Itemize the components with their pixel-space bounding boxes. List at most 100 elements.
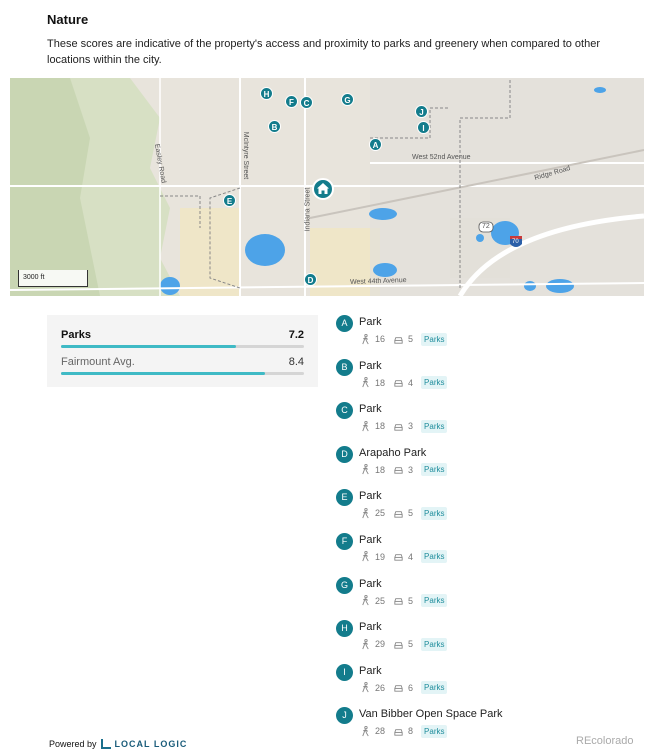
walk-icon	[360, 725, 371, 737]
category-tag: Parks	[421, 376, 448, 390]
local-logic-brand: LOCAL LOGIC	[114, 739, 188, 749]
walk-icon	[360, 507, 371, 519]
category-tag: Parks	[421, 637, 448, 651]
car-icon	[393, 682, 404, 693]
walk-minutes: 26	[375, 682, 386, 693]
drive-minutes: 3	[408, 464, 414, 475]
place-name: Van Bibber Open Space Park	[359, 708, 503, 721]
avg-score-bar-fill	[61, 372, 266, 375]
map-marker-b[interactable]: B	[268, 120, 281, 133]
drive-minutes: 5	[408, 639, 414, 650]
avg-score-row: Fairmount Avg. 8.4	[61, 356, 304, 375]
walk-icon	[360, 595, 371, 606]
place-name: Park	[359, 577, 382, 590]
map-marker-d[interactable]: D	[304, 273, 317, 286]
place-letter-badge: C	[336, 402, 353, 420]
walk-icon	[360, 333, 371, 345]
place-name: Arapaho Park	[359, 446, 427, 459]
nature-map[interactable]: Easley Road McIntyre Street Indiana Stre…	[10, 78, 644, 296]
road-label-mcintyre: McIntyre Street	[242, 131, 250, 180]
place-letter-badge: E	[336, 489, 353, 507]
road-label-indiana: Indiana Street	[304, 187, 312, 232]
place-letter-badge: H	[336, 620, 353, 638]
parks-score-bar	[61, 345, 304, 348]
walk-icon	[360, 638, 371, 650]
map-marker-a[interactable]: A	[369, 138, 382, 151]
drive-minutes: 5	[408, 508, 414, 519]
car-icon	[393, 726, 404, 737]
drive-minutes: 3	[408, 421, 414, 432]
place-meta: 16 5 Parks	[360, 332, 448, 346]
drive-minutes: 5	[408, 595, 414, 606]
place-letter-badge: G	[336, 576, 353, 594]
map-marker-f[interactable]: F	[285, 95, 298, 108]
drive-minutes: 5	[408, 334, 414, 344]
walk-minutes: 18	[375, 464, 386, 475]
drive-minutes: 4	[408, 551, 414, 562]
walk-icon	[360, 420, 371, 432]
walk-minutes: 18	[375, 421, 386, 432]
list-item[interactable]: C Park 18 3 Parks	[336, 400, 636, 444]
list-item[interactable]: B Park 18 4 Parks	[336, 357, 636, 401]
category-tag: Parks	[421, 594, 448, 608]
list-item[interactable]: H Park 29 5 Parks	[336, 618, 636, 662]
place-letter-badge: F	[336, 532, 353, 550]
walk-icon	[360, 464, 371, 475]
car-icon	[393, 334, 404, 345]
section-description: These scores are indicative of the prope…	[47, 38, 600, 66]
car-icon	[393, 595, 404, 606]
category-tag: Parks	[421, 550, 448, 564]
car-icon	[393, 508, 404, 519]
map-marker-e[interactable]: E	[223, 194, 236, 207]
place-meta: 19 4 Parks	[360, 550, 448, 564]
powered-by[interactable]: Powered by LOCAL LOGIC	[49, 739, 187, 749]
place-meta: 28 8 Parks	[360, 724, 448, 738]
place-meta: 25 5 Parks	[360, 594, 448, 608]
category-tag: Parks	[421, 463, 448, 477]
place-letter-badge: I	[336, 663, 353, 681]
hwy-72-label: 72	[482, 223, 490, 230]
property-home-marker[interactable]	[312, 178, 334, 200]
powered-by-text: Powered by	[49, 739, 97, 749]
score-panel: Parks 7.2 Fairmount Avg. 8.4	[47, 315, 318, 387]
drive-minutes: 6	[408, 682, 414, 693]
place-meta: 18 3 Parks	[360, 419, 448, 433]
walk-minutes: 19	[375, 551, 386, 562]
recolorado-watermark: REcolorado	[576, 735, 634, 747]
place-name: Park	[359, 359, 382, 372]
list-item[interactable]: A Park 16 5 Parks	[336, 313, 636, 357]
walk-minutes: 25	[375, 595, 386, 606]
map-marker-g[interactable]: G	[341, 93, 354, 106]
place-meta: 29 5 Parks	[360, 637, 448, 651]
list-item[interactable]: I Park 26 6 Parks	[336, 662, 636, 706]
map-marker-j[interactable]: J	[415, 105, 428, 118]
list-item[interactable]: F Park 19 4 Parks	[336, 531, 636, 575]
places-list: A Park 16 5 Parks B Park 18 4 Parks C Park 18 3 Parks D…	[336, 313, 636, 749]
parks-score-label: Parks	[61, 329, 91, 341]
category-tag: Parks	[421, 724, 448, 738]
place-name: Park	[359, 664, 382, 677]
parks-score-bar-fill	[61, 345, 236, 348]
place-name: Park	[359, 403, 382, 416]
place-letter-badge: D	[336, 445, 353, 463]
category-tag: Parks	[421, 681, 448, 695]
map-marker-c[interactable]: C	[300, 96, 313, 109]
list-item[interactable]: E Park 25 5 Parks	[336, 487, 636, 531]
car-icon	[393, 551, 404, 562]
walk-minutes: 16	[375, 334, 386, 344]
avg-score-bar	[61, 372, 304, 375]
list-item[interactable]: D Arapaho Park 18 3 Parks	[336, 444, 636, 488]
walk-minutes: 18	[375, 377, 386, 388]
place-letter-badge: J	[336, 707, 353, 725]
place-name: Park	[359, 533, 382, 546]
list-item[interactable]: G Park 25 5 Parks	[336, 575, 636, 619]
map-scale-bar: 3000 ft	[18, 270, 88, 287]
map-marker-i[interactable]: I	[417, 121, 430, 134]
parks-score-row: Parks 7.2	[61, 329, 304, 348]
map-marker-h[interactable]: H	[260, 87, 273, 100]
car-icon	[393, 639, 404, 650]
car-icon	[393, 377, 404, 388]
place-meta: 18 4 Parks	[360, 376, 448, 390]
walk-icon	[360, 682, 371, 693]
category-tag: Parks	[421, 332, 448, 346]
